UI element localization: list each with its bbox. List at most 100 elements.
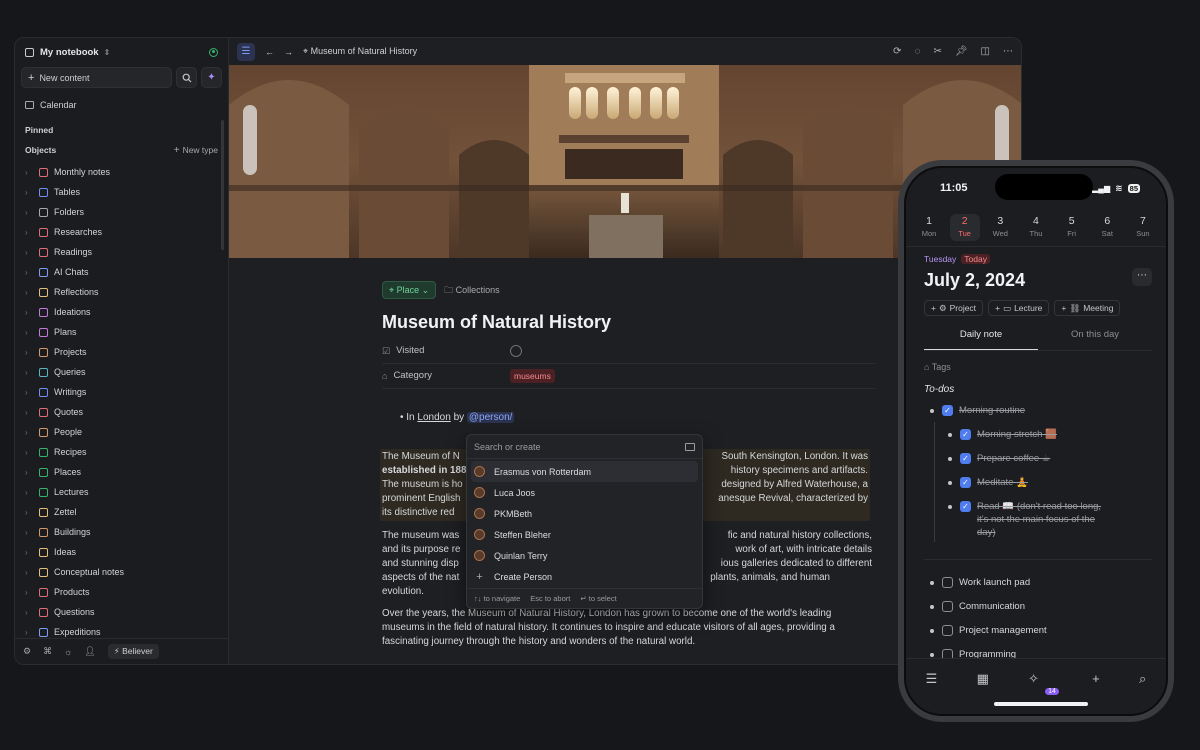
checkbox-unchecked[interactable]: [942, 601, 953, 612]
sidebar-item[interactable]: › Zettel: [15, 502, 228, 522]
page-title[interactable]: Museum of Natural History: [382, 311, 876, 333]
chevron-right-icon[interactable]: ›: [25, 448, 35, 457]
chevron-right-icon[interactable]: ›: [25, 548, 35, 557]
chevron-right-icon[interactable]: ›: [25, 568, 35, 577]
notebook-switcher[interactable]: My notebook ⇕: [15, 40, 228, 64]
chevron-right-icon[interactable]: ›: [25, 328, 35, 337]
sidebar-item[interactable]: › Researches: [15, 222, 228, 242]
user-icon[interactable]: 👤︎: [84, 646, 95, 657]
sidebar-item[interactable]: › Tables: [15, 182, 228, 202]
sidebar-item[interactable]: › Products: [15, 582, 228, 602]
sidebar-item[interactable]: › Lectures: [15, 482, 228, 502]
template-pill[interactable]: + ⛓ Meeting: [1054, 300, 1121, 316]
week-day[interactable]: 3 Wed: [985, 214, 1015, 241]
search-button[interactable]: [176, 67, 197, 88]
checkbox-unchecked[interactable]: [942, 625, 953, 636]
sidebar-item[interactable]: › Monthly notes: [15, 162, 228, 182]
plus-icon[interactable]: +: [1092, 671, 1100, 714]
create-person-option[interactable]: + Create Person: [467, 566, 702, 587]
list-item[interactable]: • In London by @person/: [400, 411, 876, 425]
search-icon[interactable]: ⌕: [1139, 671, 1146, 714]
new-type-button[interactable]: + New type: [174, 145, 218, 156]
week-day[interactable]: 4 Thu: [1021, 214, 1051, 241]
person-option[interactable]: Luca Joos: [467, 482, 702, 503]
chevron-right-icon[interactable]: ›: [25, 348, 35, 357]
london-link[interactable]: London: [417, 412, 450, 423]
pin-icon[interactable]: 📌︎: [955, 46, 968, 57]
person-option[interactable]: Erasmus von Rotterdam: [471, 461, 698, 482]
chevron-right-icon[interactable]: ›: [25, 388, 35, 397]
panel-icon[interactable]: ◫: [981, 46, 990, 57]
visited-checkbox[interactable]: [510, 345, 522, 357]
chevron-right-icon[interactable]: ›: [25, 368, 35, 377]
forward-arrow-icon[interactable]: →: [284, 47, 293, 57]
template-pill[interactable]: + ⚙ Project: [924, 300, 984, 316]
checkbox-checked[interactable]: ✓: [942, 405, 953, 416]
chevron-right-icon[interactable]: ›: [25, 588, 35, 597]
chevron-right-icon[interactable]: ›: [25, 428, 35, 437]
checkbox-checked[interactable]: ✓: [960, 453, 971, 464]
sidebar-item[interactable]: › Quotes: [15, 402, 228, 422]
category-tag[interactable]: museums: [510, 369, 555, 383]
chevron-right-icon[interactable]: ›: [25, 488, 35, 497]
sidebar-toggle-button[interactable]: ☰: [237, 42, 255, 61]
checkbox-checked[interactable]: ✓: [960, 477, 971, 488]
sidebar-item[interactable]: › Writings: [15, 382, 228, 402]
sidebar-item[interactable]: › Readings: [15, 242, 228, 262]
sidebar-item[interactable]: › Reflections: [15, 282, 228, 302]
todo-item[interactable]: ✓ Morning routine: [928, 404, 1152, 417]
sync-icon[interactable]: ⟳: [893, 46, 901, 57]
sidebar-item[interactable]: › Conceptual notes: [15, 562, 228, 582]
chevron-right-icon[interactable]: ›: [25, 228, 35, 237]
theme-icon[interactable]: ☼: [64, 647, 72, 657]
sidebar-item[interactable]: › AI Chats: [15, 262, 228, 282]
week-day[interactable]: 2 Tue: [949, 214, 980, 241]
list-icon[interactable]: ☰: [926, 671, 938, 714]
todo-item[interactable]: ✓ Morning stretch 🟫: [946, 428, 1152, 441]
tags-field[interactable]: ⌂ Tags: [924, 362, 951, 372]
todo-item[interactable]: ✓ Prepare coffee ☕: [946, 452, 1152, 465]
todo-item[interactable]: Project management: [928, 624, 1152, 637]
more-icon[interactable]: ⋯: [1003, 46, 1013, 57]
sidebar-item[interactable]: › Ideations: [15, 302, 228, 322]
collections-button[interactable]: 🗀︎ Collections: [444, 283, 500, 297]
command-icon[interactable]: ⌘: [43, 646, 52, 657]
sidebar-item[interactable]: › Questions: [15, 602, 228, 622]
todo-item[interactable]: ✓ Meditate 🧘: [946, 476, 1152, 489]
tools-icon[interactable]: ✂: [933, 46, 941, 57]
type-chip-place[interactable]: ⌖ Place ⌄: [382, 281, 437, 299]
paragraph-final[interactable]: Over the years, the Museum of Natural Hi…: [382, 607, 876, 649]
todo-item[interactable]: Communication: [928, 600, 1152, 613]
back-arrow-icon[interactable]: ←: [265, 47, 274, 57]
sidebar-item[interactable]: › Places: [15, 462, 228, 482]
week-day[interactable]: 5 Fri: [1057, 214, 1087, 241]
new-content-button[interactable]: + New content: [21, 67, 172, 88]
tab-daily-note[interactable]: Daily note: [924, 324, 1038, 350]
plan-badge[interactable]: ⚡ Believer: [107, 644, 159, 659]
calendar-icon[interactable]: ▦: [977, 671, 989, 714]
chevron-right-icon[interactable]: ›: [25, 288, 35, 297]
sidebar-item[interactable]: › People: [15, 422, 228, 442]
person-option[interactable]: PKMBeth: [467, 503, 702, 524]
week-day[interactable]: 1 Mon: [914, 214, 944, 241]
sidebar-item[interactable]: › Buildings: [15, 522, 228, 542]
chevron-right-icon[interactable]: ›: [25, 168, 35, 177]
week-day[interactable]: 7 Sun: [1128, 214, 1158, 241]
todo-item[interactable]: Work launch pad: [928, 576, 1152, 589]
todo-item[interactable]: ✓ Read 📖 (don't read too long, it's not …: [946, 500, 1152, 539]
mention-input[interactable]: @person/: [466, 412, 515, 423]
settings-icon[interactable]: ⚙: [23, 646, 31, 657]
chevron-right-icon[interactable]: ›: [25, 268, 35, 277]
checkbox-checked[interactable]: ✓: [960, 429, 971, 440]
folder-icon[interactable]: [685, 442, 695, 451]
ai-sparkle-icon[interactable]: ✧14: [1028, 671, 1059, 714]
template-pill[interactable]: + ▭ Lecture: [988, 300, 1050, 316]
checkbox-unchecked[interactable]: [942, 577, 953, 588]
person-option[interactable]: Steffen Bleher: [467, 524, 702, 545]
chevron-right-icon[interactable]: ›: [25, 528, 35, 537]
sidebar-item-calendar[interactable]: Calendar: [15, 97, 228, 113]
chevron-right-icon[interactable]: ›: [25, 628, 35, 637]
sidebar-item[interactable]: › Projects: [15, 342, 228, 362]
tab-on-this-day[interactable]: On this day: [1038, 324, 1152, 350]
breadcrumb[interactable]: ⌖ Museum of Natural History: [303, 46, 417, 57]
